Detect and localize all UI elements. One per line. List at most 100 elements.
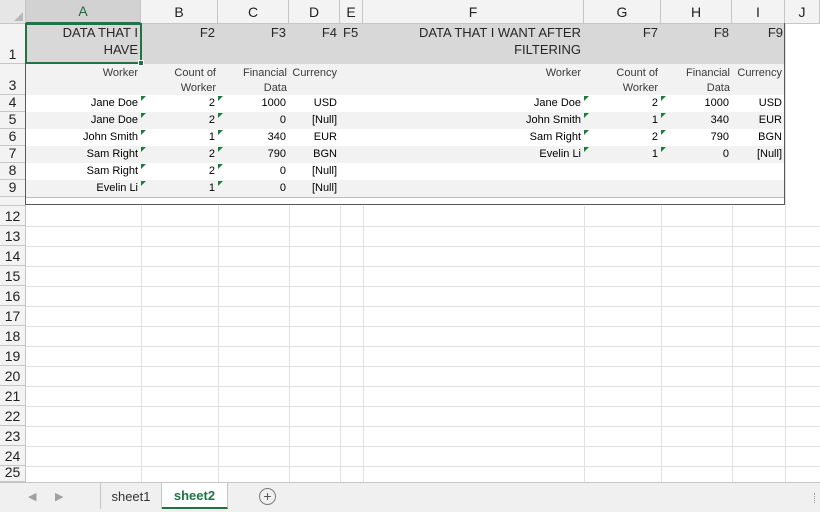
right-cell-worker[interactable]: John Smith [470,113,581,128]
left-cell-financial[interactable]: 0 [222,113,286,128]
left-cell-worker[interactable]: Evelin Li [30,181,138,196]
field-label-f4[interactable]: F4 [292,24,337,41]
right-cell-worker[interactable]: Sam Right [470,130,581,145]
left-cell-worker[interactable]: John Smith [30,130,138,145]
right-cell-financial[interactable]: 0 [664,147,729,162]
right-header-worker[interactable]: Worker [470,66,581,81]
right-cell-count[interactable]: 2 [592,96,658,111]
field-label-f2[interactable]: F2 [150,24,215,41]
right-cell-worker[interactable]: Evelin Li [470,147,581,162]
right-cell-financial[interactable]: 790 [664,130,729,145]
next-sheet-icon[interactable]: ▶ [55,490,63,503]
row-header-15[interactable]: 15 [0,266,26,286]
select-all-corner[interactable] [0,0,26,24]
sheet-tab-sheet1[interactable]: sheet1 [100,483,162,509]
row-header-22[interactable]: 22 [0,406,26,426]
column-header-d[interactable]: D [289,0,340,24]
left-cell-count[interactable]: 2 [150,147,215,162]
right-header-count[interactable]: Count of Worker [602,66,658,96]
row-header-1[interactable]: 1 [0,24,26,64]
left-cell-currency[interactable]: [Null] [292,164,337,179]
right-cell-currency[interactable]: [Null] [735,147,782,162]
left-cell-currency[interactable]: [Null] [292,181,337,196]
right-header-currency[interactable]: Currency [733,66,782,81]
left-cell-financial[interactable]: 0 [222,181,286,196]
column-header-e[interactable]: E [340,0,363,24]
row-header-21[interactable]: 21 [0,386,26,406]
left-cell-currency[interactable]: [Null] [292,113,337,128]
row-header-14[interactable]: 14 [0,246,26,266]
add-sheet-button[interactable]: + [259,488,276,505]
select-all-triangle-icon [14,12,23,21]
left-cell-currency[interactable]: EUR [292,130,337,145]
left-cell-financial[interactable]: 790 [222,147,286,162]
right-cell-financial[interactable]: 1000 [664,96,729,111]
left-cell-worker[interactable]: Jane Doe [30,96,138,111]
field-label-f8[interactable]: F8 [664,24,729,41]
active-cell-selection[interactable] [25,23,142,64]
left-cell-count[interactable]: 2 [150,113,215,128]
right-cell-currency[interactable]: EUR [735,113,782,128]
left-header-worker[interactable]: Worker [30,66,138,81]
left-cell-worker[interactable]: Sam Right [30,147,138,162]
row-header-6[interactable]: 6 [0,128,26,146]
row-header-18[interactable]: 18 [0,326,26,346]
row-header-25[interactable]: 25 [0,464,26,482]
right-cell-currency[interactable]: USD [735,96,782,111]
column-header-f[interactable]: F [363,0,584,24]
sheet-tab-sheet2[interactable]: sheet2 [162,483,228,509]
field-label-f9[interactable]: F9 [735,24,783,41]
column-header-g[interactable]: G [584,0,661,24]
left-cell-count[interactable]: 2 [150,96,215,111]
right-table-title[interactable]: DATA THAT I WANT AFTER FILTERING [395,24,581,58]
field-label-f5[interactable]: F5 [343,24,361,41]
column-header-a[interactable]: A [26,0,141,24]
left-header-currency[interactable]: Currency [290,66,337,81]
spreadsheet-grid[interactable]: A B C D E F G H I J 1 3 4 5 6 7 8 9 12 1… [0,0,820,482]
row-header-5[interactable]: 5 [0,111,26,129]
tab-splitter-handle[interactable] [814,493,816,503]
row-header-16[interactable]: 16 [0,286,26,306]
left-header-count[interactable]: Count of Worker [160,66,216,96]
row-header-3[interactable]: 3 [0,64,26,95]
left-cell-count[interactable]: 1 [150,130,215,145]
right-cell-count[interactable]: 1 [592,147,658,162]
right-cell-financial[interactable]: 340 [664,113,729,128]
row-header-13[interactable]: 13 [0,226,26,246]
column-header-c[interactable]: C [218,0,289,24]
field-label-f3[interactable]: F3 [222,24,286,41]
left-cell-currency[interactable]: USD [292,96,337,111]
column-header-h[interactable]: H [661,0,732,24]
row-header-12[interactable]: 12 [0,206,26,226]
left-cell-worker[interactable]: Jane Doe [30,113,138,128]
field-label-f7[interactable]: F7 [592,24,658,41]
left-cell-financial[interactable]: 0 [222,164,286,179]
row-header-20[interactable]: 20 [0,366,26,386]
left-cell-count[interactable]: 2 [150,164,215,179]
row-header-17[interactable]: 17 [0,306,26,326]
row-header-19[interactable]: 19 [0,346,26,366]
row-header-9[interactable]: 9 [0,179,26,197]
right-header-financial[interactable]: Financial Data [678,66,730,96]
row-header-24[interactable]: 24 [0,446,26,466]
row-header-7[interactable]: 7 [0,145,26,163]
fill-handle[interactable] [138,60,144,66]
row-header-4[interactable]: 4 [0,94,26,112]
row-header-8[interactable]: 8 [0,162,26,180]
error-flag-icon [584,130,589,135]
column-header-j[interactable]: J [785,0,820,24]
prev-sheet-icon[interactable]: ◀ [28,490,36,503]
right-cell-count[interactable]: 2 [592,130,658,145]
right-cell-count[interactable]: 1 [592,113,658,128]
column-header-b[interactable]: B [141,0,218,24]
left-cell-worker[interactable]: Sam Right [30,164,138,179]
left-cell-financial[interactable]: 1000 [222,96,286,111]
left-cell-count[interactable]: 1 [150,181,215,196]
right-cell-worker[interactable]: Jane Doe [470,96,581,111]
row-header-23[interactable]: 23 [0,426,26,446]
column-header-i[interactable]: I [732,0,785,24]
left-cell-financial[interactable]: 340 [222,130,286,145]
left-cell-currency[interactable]: BGN [292,147,337,162]
left-header-financial[interactable]: Financial Data [236,66,287,96]
right-cell-currency[interactable]: BGN [735,130,782,145]
